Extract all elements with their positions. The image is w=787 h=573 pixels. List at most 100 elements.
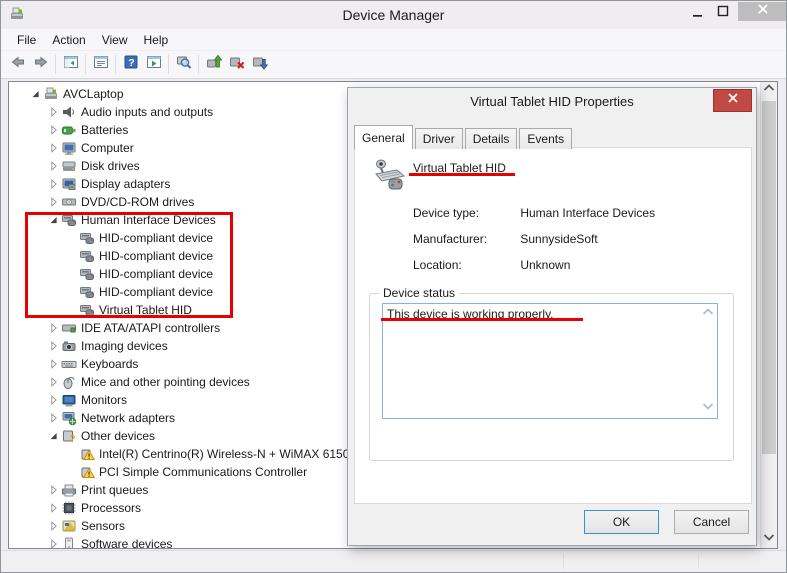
hid-device-icon (371, 156, 407, 192)
toolbar-separator (55, 55, 56, 74)
tab-details[interactable]: Details (465, 128, 518, 149)
annotation-underline-status-text (381, 318, 583, 321)
expander-expanded-icon[interactable] (29, 86, 43, 102)
toolbar-button-forward-arrow[interactable] (29, 53, 52, 77)
minimize-icon (691, 4, 705, 23)
toolbar-button-help[interactable]: ? (119, 53, 142, 77)
expander-collapsed-icon[interactable] (47, 140, 61, 156)
update-driver-icon (206, 54, 222, 75)
toolbar-button-scan-hardware-changes[interactable] (248, 53, 271, 77)
maximize-icon (716, 4, 730, 23)
svg-text:?: ? (70, 434, 76, 444)
display-icon (61, 176, 77, 192)
field-manufacturer: Manufacturer: SunnysideSoft (413, 232, 598, 246)
minimize-button[interactable] (687, 5, 709, 21)
expander-collapsed-icon[interactable] (47, 518, 61, 534)
expander-collapsed-icon[interactable] (47, 536, 61, 549)
processor-icon (61, 500, 77, 516)
expander-collapsed-icon[interactable] (47, 338, 61, 354)
maximize-button[interactable] (712, 5, 734, 21)
expander-collapsed-icon[interactable] (47, 374, 61, 390)
tree-item-label: PCI Simple Communications Controller (99, 465, 307, 479)
expander-collapsed-icon[interactable] (47, 158, 61, 174)
toolbar-button-uninstall-device[interactable] (225, 53, 248, 77)
scroll-up-button[interactable] (761, 82, 777, 99)
menu-action[interactable]: Action (44, 30, 93, 50)
tree-item-label: AVCLaptop (63, 87, 124, 101)
tab-strip: General Driver Details Events (354, 125, 574, 149)
textarea-scroll-up[interactable] (701, 308, 715, 320)
tree-item-label: DVD/CD-ROM drives (81, 195, 194, 209)
toolbar-separator (115, 55, 116, 74)
ide-icon (61, 320, 77, 336)
scrollbar-thumb[interactable] (762, 101, 776, 454)
disk-icon (61, 158, 77, 174)
battery-icon (61, 122, 77, 138)
forward-arrow-icon (33, 54, 49, 75)
tree-item-label: Audio inputs and outputs (81, 105, 213, 119)
field-location: Location: Unknown (413, 258, 570, 272)
cancel-button[interactable]: Cancel (674, 510, 749, 534)
show-console-tree-icon (63, 54, 79, 75)
tree-item-label: Monitors (81, 393, 127, 407)
toolbar-button-update-driver[interactable] (202, 53, 225, 77)
scroll-down-button[interactable] (761, 531, 777, 548)
menu-file[interactable]: File (9, 30, 44, 50)
textarea-scroll-down[interactable] (701, 402, 715, 414)
close-button[interactable] (738, 2, 787, 21)
annotation-underline-device-name (409, 173, 515, 176)
annotation-box-hid-subtree (25, 212, 233, 318)
chevron-down-icon (700, 398, 716, 419)
expander-expanded-icon[interactable] (47, 428, 61, 444)
toolbar-button-show-console-tree[interactable] (59, 53, 82, 77)
expander-collapsed-icon[interactable] (47, 356, 61, 372)
tree-item-label: Computer (81, 141, 134, 155)
toolbar-button-find[interactable] (172, 53, 195, 77)
properties-window-icon (93, 54, 109, 75)
toolbar: ? (1, 51, 786, 79)
tree-item-label: Disk drives (81, 159, 140, 173)
field-label: Manufacturer: (413, 232, 517, 246)
menu-help[interactable]: Help (136, 30, 177, 50)
help-icon: ? (123, 54, 139, 75)
expander-collapsed-icon[interactable] (47, 320, 61, 336)
status-separator (698, 554, 699, 569)
expander-collapsed-icon[interactable] (47, 194, 61, 210)
toolbar-separator (85, 55, 86, 74)
expander-collapsed-icon[interactable] (47, 104, 61, 120)
audio-icon (61, 104, 77, 120)
field-label: Device type: (413, 206, 517, 220)
tree-scrollbar[interactable] (760, 82, 777, 548)
tab-general[interactable]: General (354, 125, 413, 149)
tree-item-label: IDE ATA/ATAPI controllers (81, 321, 220, 335)
tree-item-label: Mice and other pointing devices (81, 375, 250, 389)
field-value: SunnysideSoft (520, 232, 597, 246)
find-icon (176, 54, 192, 75)
tab-events[interactable]: Events (519, 128, 572, 149)
tree-item-label: Batteries (81, 123, 128, 137)
expander-collapsed-icon[interactable] (47, 392, 61, 408)
dialog-close-button[interactable] (713, 89, 752, 112)
tree-item-label: Imaging devices (81, 339, 168, 353)
svg-text:?: ? (128, 57, 134, 69)
uninstall-device-icon (229, 54, 245, 75)
expander-collapsed-icon[interactable] (47, 176, 61, 192)
ok-button[interactable]: OK (584, 510, 659, 534)
expander-collapsed-icon[interactable] (47, 482, 61, 498)
toolbar-button-action-pane[interactable] (142, 53, 165, 77)
chevron-down-icon (761, 529, 777, 549)
computer-icon (61, 140, 77, 156)
tree-item-label: Display adapters (81, 177, 170, 191)
toolbar-button-back-arrow[interactable] (6, 53, 29, 77)
other-icon: ? (61, 428, 77, 444)
expander-collapsed-icon[interactable] (47, 500, 61, 516)
expander-collapsed-icon[interactable] (47, 122, 61, 138)
toolbar-button-properties-window[interactable] (89, 53, 112, 77)
menu-bar: File Action View Help (1, 29, 786, 51)
menu-view[interactable]: View (94, 30, 136, 50)
tab-driver[interactable]: Driver (415, 128, 463, 149)
expander-collapsed-icon[interactable] (47, 410, 61, 426)
keyboard-icon (61, 356, 77, 372)
general-tab-page: Virtual Tablet HID Device type: Human In… (354, 147, 752, 504)
devmgr-icon (43, 86, 59, 102)
